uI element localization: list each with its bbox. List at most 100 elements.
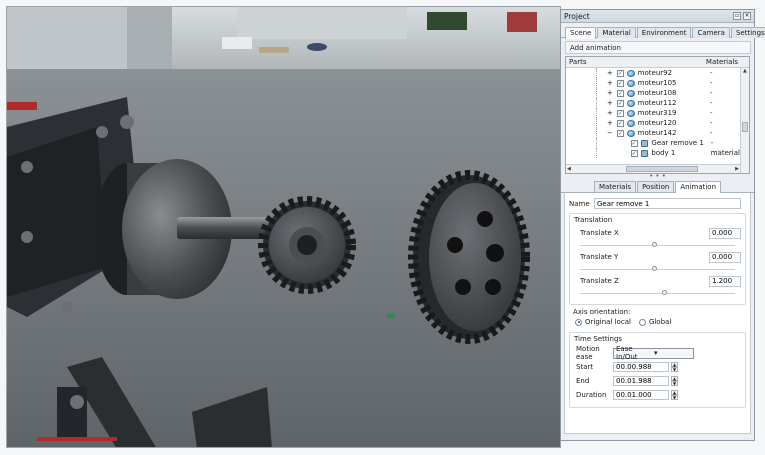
collapse-icon[interactable]: − <box>606 129 614 137</box>
checkbox-icon[interactable]: ✓ <box>616 99 624 107</box>
add-animation-button[interactable]: Add animation <box>565 41 751 54</box>
project-panel: Project ▫ × Scene Material Environment C… <box>560 9 765 441</box>
motion-ease-label: Motion ease <box>576 345 600 361</box>
translate-y-label: Translate Y <box>580 253 619 261</box>
3d-viewport[interactable] <box>6 6 561 448</box>
expand-icon[interactable]: + <box>606 99 614 107</box>
name-label: Name <box>569 199 590 208</box>
gear-part-icon <box>640 139 649 147</box>
tab-position[interactable]: Position <box>637 181 675 192</box>
tab-materials[interactable]: Materials <box>593 181 637 192</box>
body-part-icon <box>640 149 649 157</box>
tree-row[interactable]: + ✓ moteur319 - <box>566 108 749 118</box>
tree-row-child[interactable]: ✓ Gear remove 1 - <box>566 138 749 148</box>
tree-header: Parts Materials <box>566 57 749 68</box>
spin-down-icon[interactable]: ▼ <box>671 395 678 400</box>
tree-row[interactable]: + ✓ moteur108 - <box>566 88 749 98</box>
translate-y-slider[interactable] <box>580 263 735 275</box>
viewport-scene <box>7 7 560 447</box>
expand-icon[interactable]: + <box>606 109 614 117</box>
part-sphere-icon <box>626 69 635 77</box>
part-sphere-icon <box>626 109 635 117</box>
tab-material[interactable]: Material <box>597 27 636 38</box>
animation-name-input[interactable] <box>594 198 741 209</box>
axis-orientation-title: Axis orientation: <box>573 308 631 316</box>
expand-icon[interactable]: + <box>606 119 614 127</box>
start-input[interactable] <box>613 362 669 372</box>
tab-scene[interactable]: Scene <box>565 27 597 39</box>
radio-original-local[interactable]: Original local <box>575 318 631 326</box>
col-materials-header[interactable]: Materials <box>706 58 738 66</box>
tree-row[interactable]: + ✓ moteur112 - <box>566 98 749 108</box>
tab-camera[interactable]: Camera <box>692 27 730 38</box>
end-label: End <box>576 377 590 385</box>
panel-titlebar[interactable]: Project ▫ × <box>561 10 754 23</box>
end-input[interactable] <box>613 376 669 386</box>
tree-row-child[interactable]: ✓ body 1 material 16 <box>566 148 749 158</box>
checkbox-icon[interactable]: ✓ <box>616 109 624 117</box>
expand-icon[interactable]: + <box>606 79 614 87</box>
part-sphere-icon <box>626 99 635 107</box>
translation-group: Translation Translate X Translate Y Tran… <box>569 213 746 305</box>
translate-z-input[interactable] <box>709 275 741 287</box>
row-name: moteur108 <box>637 89 677 97</box>
part-sphere-icon <box>626 79 635 87</box>
checkbox-icon[interactable]: ✓ <box>616 119 624 127</box>
row-name: moteur120 <box>637 119 677 127</box>
close-icon[interactable]: × <box>743 12 751 20</box>
row-name: moteur92 <box>637 69 673 77</box>
row-name: moteur112 <box>637 99 677 107</box>
translate-x-input[interactable] <box>709 227 741 239</box>
spin-down-icon[interactable]: ▼ <box>671 367 678 372</box>
checkbox-icon[interactable]: ✓ <box>616 89 624 97</box>
checkbox-icon[interactable]: ✓ <box>630 139 638 147</box>
part-sphere-icon <box>626 119 635 127</box>
part-sphere-icon <box>626 129 635 137</box>
parts-tree: Parts Materials + ✓ moteur92 - + ✓ moteu… <box>565 56 750 174</box>
checkbox-icon[interactable]: ✓ <box>616 129 624 137</box>
dropdown-arrow-icon: ▾ <box>654 349 658 357</box>
tree-row[interactable]: − ✓ moteur142 - <box>566 128 749 138</box>
motion-ease-select[interactable]: Ease In/Out ▾ <box>613 345 694 361</box>
scroll-left-icon[interactable]: ◀ <box>567 166 571 172</box>
translate-z-label: Translate Z <box>580 277 619 285</box>
tree-row[interactable]: + ✓ moteur120 - <box>566 118 749 128</box>
tree-horizontal-scrollbar[interactable]: ◀ ▶ <box>566 164 740 173</box>
start-label: Start <box>576 363 594 371</box>
tab-settings[interactable]: Settings <box>730 27 765 38</box>
tree-row[interactable]: + ✓ moteur105 - <box>566 78 749 88</box>
translation-title: Translation <box>574 216 613 224</box>
tree-vertical-scrollbar[interactable]: ▲ <box>740 68 749 173</box>
translate-x-label: Translate X <box>580 229 619 237</box>
time-settings-group: Time Settings Motion ease Ease In/Out ▾ … <box>569 332 746 408</box>
axis-orientation: Axis orientation: Original local Global <box>573 308 742 326</box>
col-parts-header[interactable]: Parts <box>569 58 586 66</box>
row-name: moteur142 <box>637 129 677 137</box>
duration-input[interactable] <box>613 390 669 400</box>
translate-z-slider[interactable] <box>580 287 735 299</box>
animation-properties: Name Translation Translate X Translate Y… <box>564 193 751 434</box>
row-name: body 1 <box>651 149 676 157</box>
checkbox-icon[interactable]: ✓ <box>616 69 624 77</box>
scroll-right-icon[interactable]: ▶ <box>735 166 739 172</box>
tree-row[interactable]: + ✓ moteur92 - <box>566 68 749 78</box>
spin-down-icon[interactable]: ▼ <box>671 381 678 386</box>
duration-label: Duration <box>576 391 607 399</box>
translate-y-input[interactable] <box>709 251 741 263</box>
radio-global[interactable]: Global <box>638 318 671 326</box>
checkbox-icon[interactable]: ✓ <box>616 79 624 87</box>
checkbox-icon[interactable]: ✓ <box>630 149 638 157</box>
part-sphere-icon <box>626 89 635 97</box>
main-tabs: Scene Material Environment Camera Settin… <box>561 23 765 39</box>
tab-animation[interactable]: Animation <box>675 181 722 193</box>
panel-title: Project <box>564 11 590 21</box>
expand-icon[interactable]: + <box>606 89 614 97</box>
restore-icon[interactable]: ▫ <box>733 12 741 20</box>
row-name: Gear remove 1 <box>651 139 704 147</box>
tab-environment[interactable]: Environment <box>636 27 692 38</box>
row-name: moteur319 <box>637 109 677 117</box>
scroll-up-icon[interactable]: ▲ <box>743 68 747 74</box>
tree-body: + ✓ moteur92 - + ✓ moteur105 - + ✓ moteu… <box>566 68 749 163</box>
translate-x-slider[interactable] <box>580 239 735 251</box>
expand-icon[interactable]: + <box>606 69 614 77</box>
